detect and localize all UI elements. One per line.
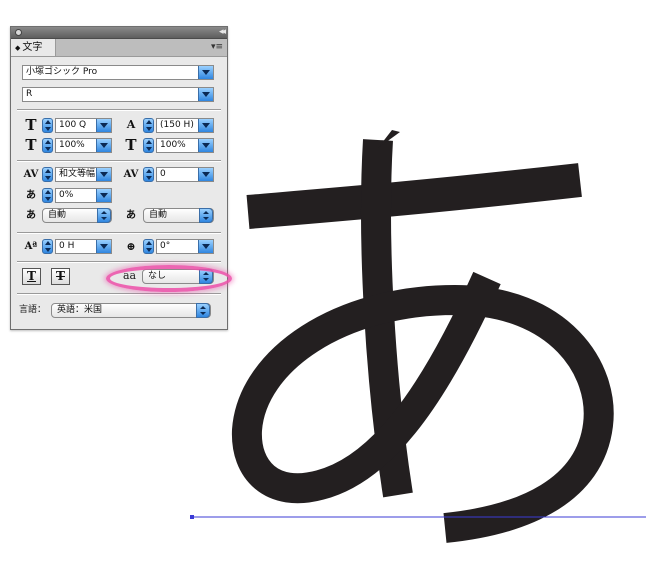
leading-field[interactable]: (150 H)	[156, 118, 214, 133]
mojikumi-field[interactable]: 和文等幅	[55, 167, 112, 182]
vertical-scale-value: 100%	[59, 140, 85, 150]
updown-icon[interactable]	[196, 303, 210, 318]
horizontal-scale-icon: T	[125, 136, 137, 154]
tsume-value: 0%	[59, 190, 74, 200]
language-value: 英語：米国	[57, 305, 103, 315]
divider	[17, 160, 221, 162]
vertical-scale-icon: T	[25, 136, 37, 154]
character-panel: ◂◂ ◆ 文字 ▾≡ 小塚ゴシック Pro R T 100 Q A (150 H)…	[10, 26, 228, 330]
japanese-option-value: なし	[148, 271, 167, 281]
tab-character-label: 文字	[22, 42, 43, 53]
baseline-shift-value: 0 H	[59, 241, 75, 251]
divider	[17, 109, 221, 111]
chevron-down-icon[interactable]	[96, 240, 111, 253]
font-style-value: R	[26, 89, 33, 99]
rotation-field[interactable]: 0°	[156, 239, 214, 254]
horizontal-scale-value: 100%	[160, 140, 186, 150]
chevron-down-icon[interactable]	[96, 189, 111, 202]
japanese-option-icon: aa	[123, 269, 137, 282]
panel-tab-row: ◆ 文字 ▾≡	[11, 39, 227, 57]
vertical-scale-field[interactable]: 100%	[55, 138, 112, 153]
tsume-stepper[interactable]	[42, 188, 53, 203]
baseline-shift-icon: Aª	[24, 241, 38, 252]
tracking-field[interactable]: 0	[156, 167, 214, 182]
divider	[17, 293, 221, 295]
tracking-value: 0	[160, 169, 166, 179]
divider	[17, 232, 221, 234]
chevron-down-icon[interactable]	[96, 139, 111, 152]
rotation-icon: ⊕	[126, 240, 136, 253]
language-label: 言語：	[19, 305, 47, 315]
updown-icon: ◆	[15, 44, 21, 52]
aki-right-value: 自動	[149, 210, 168, 220]
mojikumi-stepper[interactable]	[42, 167, 53, 182]
rotation-stepper[interactable]	[143, 239, 154, 254]
divider	[17, 261, 221, 263]
aki-right-icon: あ	[126, 210, 136, 221]
font-style-dropdown[interactable]: R	[22, 87, 214, 102]
chevron-down-icon[interactable]	[198, 240, 213, 253]
underline-button[interactable]: T	[22, 268, 41, 285]
baseline-shift-stepper[interactable]	[42, 239, 53, 254]
mojikumi-icon: AV	[23, 169, 39, 180]
language-select[interactable]: 英語：米国	[51, 303, 211, 318]
font-size-icon: T	[25, 116, 37, 134]
leading-icon: A	[126, 118, 136, 131]
chevron-down-icon[interactable]	[198, 119, 213, 132]
aki-left-value: 自動	[48, 210, 67, 220]
updown-icon[interactable]	[97, 208, 111, 223]
font-family-value: 小塚ゴシック Pro	[26, 67, 98, 77]
chevron-down-icon[interactable]	[198, 168, 213, 181]
aki-left-select[interactable]: 自動	[42, 208, 112, 223]
tsume-field[interactable]: 0%	[55, 188, 112, 203]
vertical-scale-stepper[interactable]	[42, 138, 53, 153]
leading-stepper[interactable]	[143, 118, 154, 133]
panel-menu-icon[interactable]: ▾≡	[211, 42, 223, 52]
japanese-option-select[interactable]: なし	[142, 269, 214, 284]
glyph-a-hiragana[interactable]	[231, 139, 614, 543]
baseline-anchor-point[interactable]	[190, 515, 194, 519]
strikethrough-button[interactable]: T	[51, 268, 70, 285]
updown-icon[interactable]	[199, 208, 213, 223]
panel-titlebar[interactable]: ◂◂	[11, 27, 227, 39]
font-size-stepper[interactable]	[42, 118, 53, 133]
horizontal-scale-stepper[interactable]	[143, 138, 154, 153]
tsume-icon: あ	[26, 190, 36, 201]
tab-character[interactable]: ◆ 文字	[11, 39, 56, 56]
chevron-down-icon[interactable]	[96, 168, 111, 181]
font-size-field[interactable]: 100 Q	[55, 118, 112, 133]
chevron-down-icon[interactable]	[96, 119, 111, 132]
rotation-value: 0°	[160, 241, 171, 251]
updown-icon[interactable]	[199, 269, 213, 284]
font-family-dropdown[interactable]: 小塚ゴシック Pro	[22, 65, 214, 80]
collapse-icon[interactable]: ◂◂	[219, 26, 226, 38]
leading-value: (150 H)	[160, 120, 194, 130]
chevron-down-icon[interactable]	[198, 139, 213, 152]
horizontal-scale-field[interactable]: 100%	[156, 138, 214, 153]
tracking-icon: AV	[123, 169, 139, 180]
font-size-value: 100 Q	[59, 120, 87, 130]
mojikumi-value: 和文等幅	[59, 169, 96, 179]
chevron-down-icon[interactable]	[198, 88, 213, 101]
tracking-stepper[interactable]	[143, 167, 154, 182]
close-icon[interactable]	[15, 29, 22, 36]
aki-left-icon: あ	[26, 210, 36, 221]
baseline-shift-field[interactable]: 0 H	[55, 239, 112, 254]
chevron-down-icon[interactable]	[198, 66, 213, 79]
aki-right-select[interactable]: 自動	[143, 208, 214, 223]
